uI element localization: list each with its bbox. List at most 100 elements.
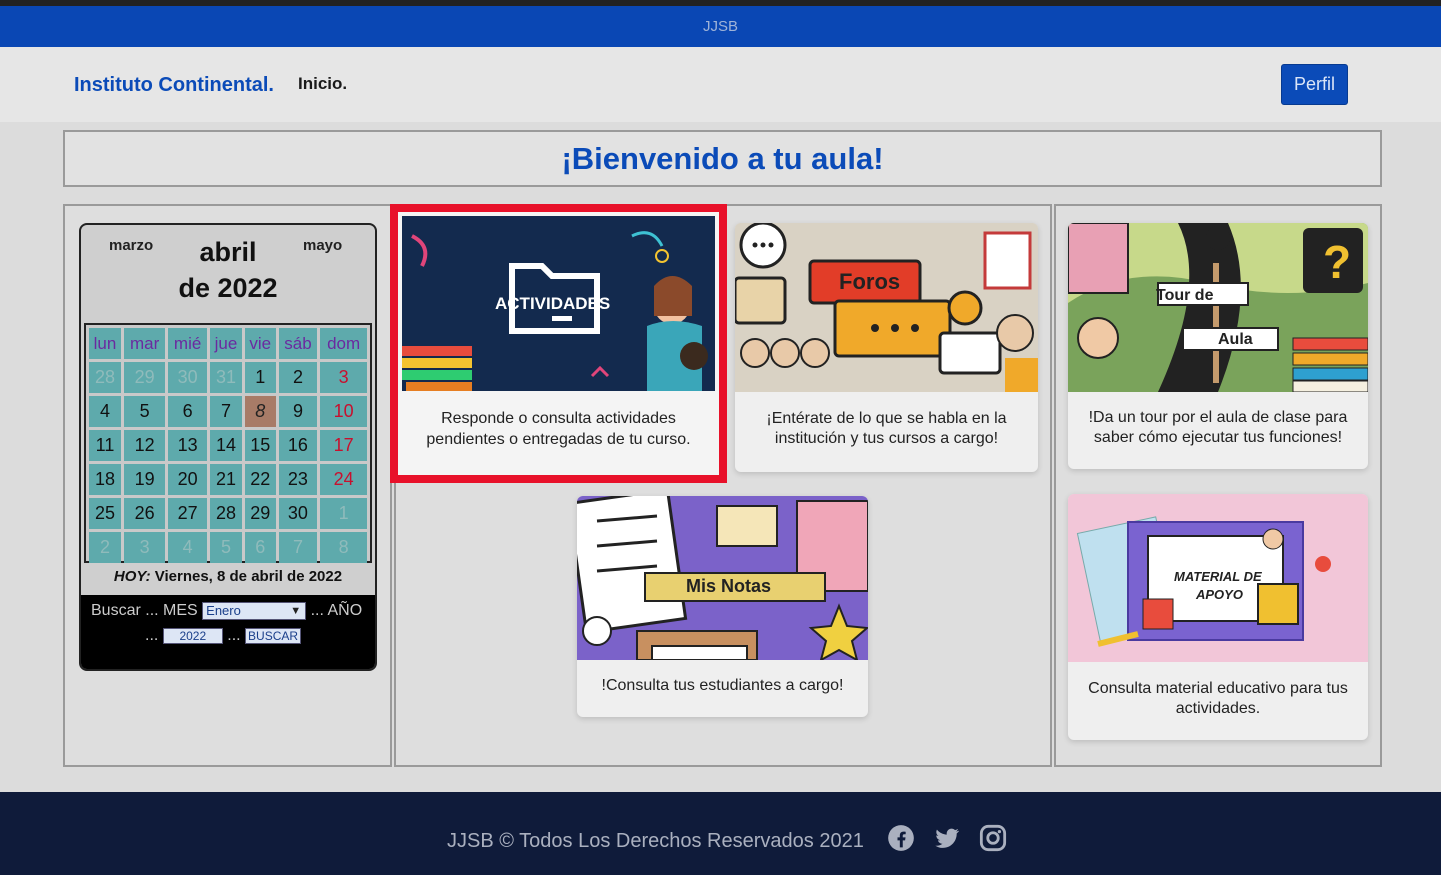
actividades-card-highlight[interactable]: ACTIVIDADES Responde o consulta activida… [390,204,727,483]
tour-card[interactable]: ? Tour de Aula !Da un tour por el aula d… [1068,223,1368,469]
day-cell[interactable]: 13 [168,430,207,461]
day-cell[interactable]: 30 [278,498,318,529]
day-cell[interactable]: 6 [244,532,276,563]
instagram-icon[interactable] [979,824,1007,852]
material-card[interactable]: MATERIAL DE APOYO Consulta material educ… [1068,494,1368,740]
actividades-image-text: ACTIVIDADES [495,294,611,313]
day-cell[interactable]: 29 [244,498,276,529]
material-image-text-1: MATERIAL DE [1174,569,1262,584]
tour-description: !Da un tour por el aula de clase para sa… [1088,409,1348,446]
day-cell[interactable]: 12 [124,430,166,461]
day-cell[interactable]: 30 [168,362,207,393]
calendar-weekday-row: lun mar mié jue vie sáb dom [89,328,367,359]
day-cell[interactable]: 2 [278,362,318,393]
day-cell[interactable]: 4 [168,532,207,563]
year-input[interactable]: 2022 [162,627,223,644]
day-cell[interactable]: 7 [278,532,318,563]
facebook-icon[interactable] [887,824,915,852]
material-image: MATERIAL DE APOYO [1068,494,1368,662]
calendar-week: 11 12 13 14 15 16 17 [89,430,367,461]
day-cell[interactable]: 26 [124,498,166,529]
weekday-cell: mar [124,328,166,359]
calendar-next-month[interactable]: mayo [303,237,342,254]
tour-image: ? Tour de Aula [1068,223,1368,392]
foros-card[interactable]: Foros ¡Entérate de lo que se habla en la… [735,223,1038,472]
foros-image: Foros [735,223,1038,392]
weekday-cell: sáb [278,328,318,359]
day-cell[interactable]: 2 [89,532,121,563]
calendar: marzo abril mayo de 2022 lun mar mié jue… [79,223,377,671]
day-cell[interactable]: 5 [124,396,166,427]
notas-card[interactable]: Mis Notas !Consulta tus estudiantes a ca… [577,496,868,717]
calendar-week: 2 3 4 5 6 7 8 [89,532,367,563]
month-select[interactable]: Enero ▼ [202,602,307,620]
day-cell[interactable]: 28 [89,362,121,393]
day-cell[interactable]: 17 [320,430,367,461]
calendar-week: 18 19 20 21 22 23 24 [89,464,367,495]
day-cell[interactable]: 1 [244,362,276,393]
today-value: Viernes, 8 de abril de 2022 [154,568,343,585]
tour-image-text-2: Aula [1218,331,1253,348]
search-button[interactable]: BUSCAR [245,627,302,644]
nav-inicio-link[interactable]: Inicio. [298,74,347,94]
day-cell[interactable]: 29 [124,362,166,393]
day-cell[interactable]: 16 [278,430,318,461]
day-cell[interactable]: 28 [209,498,242,529]
day-cell[interactable]: 10 [320,396,367,427]
day-cell[interactable]: 24 [320,464,367,495]
day-cell[interactable]: 8 [320,532,367,563]
day-cell[interactable]: 19 [124,464,166,495]
calendar-week: 4 5 6 7 8 9 10 [89,396,367,427]
day-cell[interactable]: 23 [278,464,318,495]
day-cell[interactable]: 7 [209,396,242,427]
notas-image: Mis Notas [577,496,868,660]
calendar-today-line: HOY: Viernes, 8 de abril de 2022 [81,568,375,585]
search-month-label: Buscar ... MES [91,602,198,620]
day-cell[interactable]: 31 [209,362,242,393]
day-cell[interactable]: 20 [168,464,207,495]
day-cell[interactable]: 25 [89,498,121,529]
material-image-text-2: APOYO [1196,587,1243,602]
footer-copyright: JJSB © Todos Los Derechos Reservados 202… [447,830,864,852]
foros-description: ¡Entérate de lo que se habla en la insti… [766,410,1007,447]
day-cell[interactable]: 27 [168,498,207,529]
weekday-cell: lun [89,328,121,359]
day-cell[interactable]: 15 [244,430,276,461]
month-select-value: Enero [206,603,241,618]
material-description: Consulta material educativo para tus act… [1088,680,1348,717]
day-cell[interactable]: 3 [320,362,367,393]
chevron-down-icon: ▼ [290,605,302,617]
day-cell[interactable]: 11 [89,430,121,461]
day-cell[interactable]: 9 [278,396,318,427]
tour-image-text-1: Tour de [1156,287,1214,304]
weekday-cell: mié [168,328,207,359]
day-cell[interactable]: 14 [209,430,242,461]
day-cell[interactable]: 1 [320,498,367,529]
svg-text:?: ? [1323,236,1351,288]
day-cell[interactable]: 4 [89,396,121,427]
day-cell[interactable]: 6 [168,396,207,427]
notas-description: !Consulta tus estudiantes a cargo! [601,677,844,694]
foros-image-text: Foros [839,269,901,294]
day-cell[interactable]: 21 [209,464,242,495]
ellipsis-text: ... [145,627,159,644]
day-cell-today[interactable]: 8 [244,396,276,427]
footer: JJSB © Todos Los Derechos Reservados 202… [0,792,1441,875]
day-cell[interactable]: 18 [89,464,121,495]
tour-illustration: ? [1068,223,1368,392]
day-cell[interactable]: 5 [209,532,242,563]
calendar-grid: lun mar mié jue vie sáb dom 28 29 30 31 … [84,323,372,563]
calendar-week: 25 26 27 28 29 30 1 [89,498,367,529]
perfil-button[interactable]: Perfil [1281,64,1348,105]
twitter-icon[interactable] [933,824,961,852]
calendar-header: marzo abril mayo de 2022 [81,225,375,323]
weekday-cell: vie [244,328,276,359]
navbar: Instituto Continental. Inicio. Perfil [0,47,1441,122]
welcome-title: ¡Bienvenido a tu aula! [63,130,1382,187]
calendar-year: de 2022 [178,273,278,303]
search-year-label: ... AÑO [310,602,363,620]
today-label: HOY: [113,568,151,585]
day-cell[interactable]: 22 [244,464,276,495]
brand-link[interactable]: Instituto Continental. [74,74,274,97]
day-cell[interactable]: 3 [124,532,166,563]
